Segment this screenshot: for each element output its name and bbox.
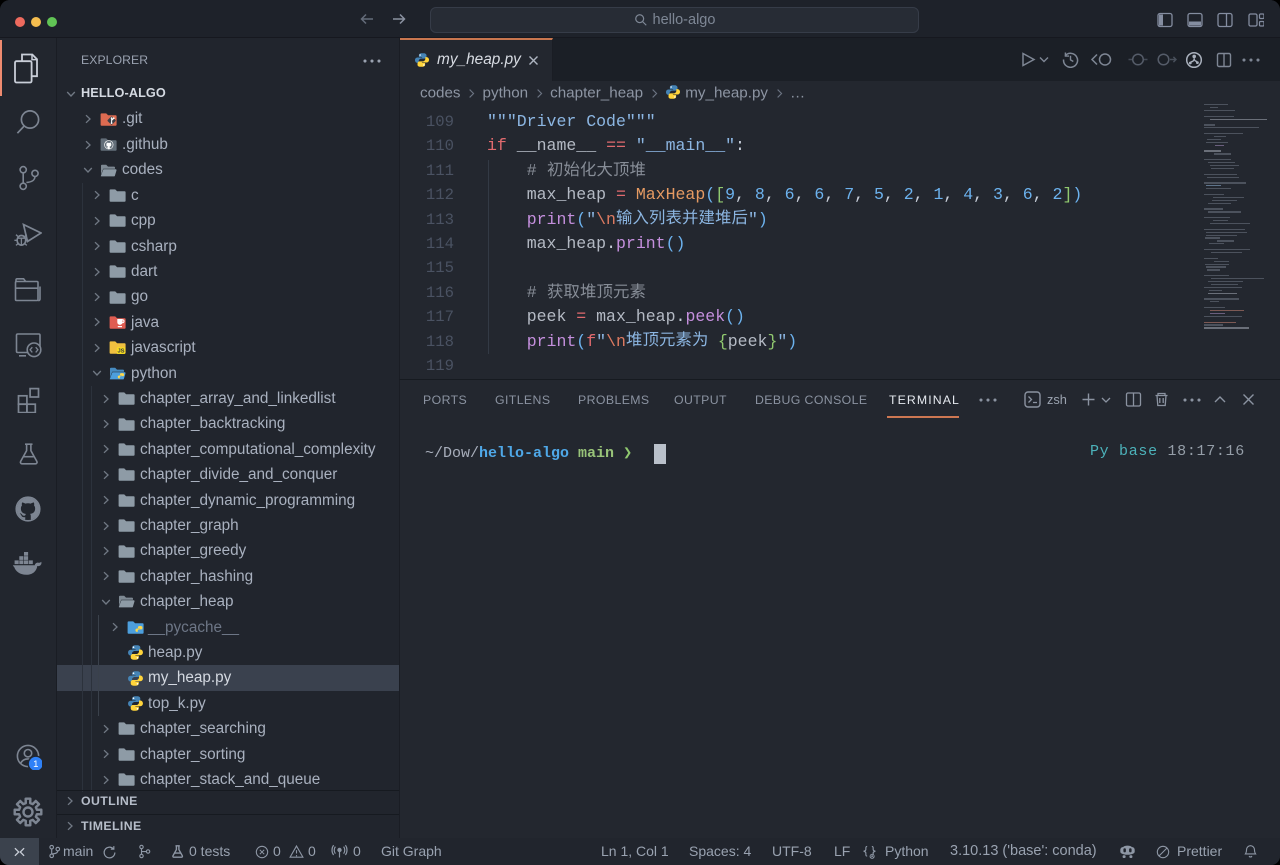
svg-text:JS: JS — [117, 349, 124, 355]
svg-text:1: 1 — [33, 759, 38, 770]
